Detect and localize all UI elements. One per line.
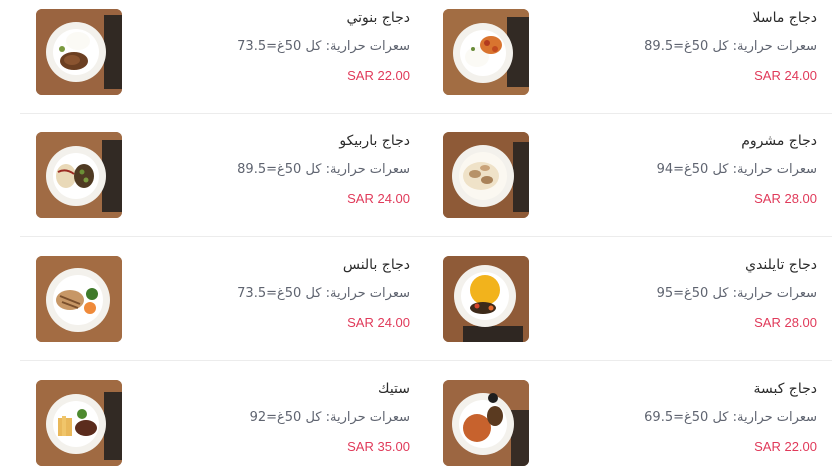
steak-dish-image[interactable] — [36, 380, 122, 466]
item-name: دجاج مشروم — [741, 133, 817, 149]
item-calories: سعرات حرارية: كل 50غ=73.5 — [237, 39, 410, 54]
item-name: دجاج بنوتي — [346, 10, 410, 26]
balance-dish-image[interactable] — [36, 256, 122, 342]
menu-item-steak[interactable]: ستيك سعرات حرارية: كل 50غ=92 SAR 35.00 — [10, 373, 410, 469]
item-price: SAR 24.00 — [754, 68, 817, 83]
item-name: دجاج تايلندي — [745, 257, 817, 273]
item-price: SAR 35.00 — [347, 439, 410, 454]
item-calories: سعرات حرارية: كل 50غ=69.5 — [644, 410, 817, 425]
thai-dish-image[interactable] — [443, 256, 529, 342]
menu-grid: دجاج ماسلا سعرات حرارية: كل 50غ=89.5 SAR… — [0, 0, 832, 469]
item-name: دجاج ماسلا — [752, 10, 818, 26]
mushroom-dish-image[interactable] — [443, 132, 529, 218]
item-price: SAR 24.00 — [347, 191, 410, 206]
item-calories: سعرات حرارية: كل 50غ=92 — [249, 410, 410, 425]
menu-item-bnoti[interactable]: دجاج بنوتي سعرات حرارية: كل 50غ=73.5 SAR… — [10, 2, 410, 102]
menu-item-thai[interactable]: دجاج تايلندي سعرات حرارية: كل 50غ=95 SAR… — [417, 249, 817, 349]
menu-item-balance[interactable]: دجاج بالنس سعرات حرارية: كل 50غ=73.5 SAR… — [10, 249, 410, 349]
item-calories: سعرات حرارية: كل 50غ=95 — [656, 286, 817, 301]
item-calories: سعرات حرارية: كل 50غ=89.5 — [644, 39, 817, 54]
row-divider — [20, 113, 832, 114]
item-calories: سعرات حرارية: كل 50غ=73.5 — [237, 286, 410, 301]
item-price: SAR 22.00 — [347, 68, 410, 83]
item-price: SAR 22.00 — [754, 439, 817, 454]
item-name: دجاج باربيكو — [339, 133, 410, 149]
item-calories: سعرات حرارية: كل 50غ=94 — [656, 162, 817, 177]
masala-dish-image[interactable] — [443, 9, 529, 95]
kabsa-dish-image[interactable] — [443, 380, 529, 466]
item-name: دجاج كبسة — [753, 381, 817, 397]
bbq-dish-image[interactable] — [36, 132, 122, 218]
item-price: SAR 24.00 — [347, 315, 410, 330]
menu-item-bbq[interactable]: دجاج باربيكو سعرات حرارية: كل 50غ=89.5 S… — [10, 125, 410, 225]
item-price: SAR 28.00 — [754, 315, 817, 330]
menu-item-mushroom[interactable]: دجاج مشروم سعرات حرارية: كل 50غ=94 SAR 2… — [417, 125, 817, 225]
item-calories: سعرات حرارية: كل 50غ=89.5 — [237, 162, 410, 177]
item-name: ستيك — [378, 381, 410, 397]
row-divider — [20, 236, 832, 237]
menu-item-masala[interactable]: دجاج ماسلا سعرات حرارية: كل 50غ=89.5 SAR… — [417, 2, 817, 102]
row-divider — [20, 360, 832, 361]
menu-item-kabsa[interactable]: دجاج كبسة سعرات حرارية: كل 50غ=69.5 SAR … — [417, 373, 817, 469]
bnoti-dish-image[interactable] — [36, 9, 122, 95]
item-price: SAR 28.00 — [754, 191, 817, 206]
item-name: دجاج بالنس — [342, 257, 410, 273]
